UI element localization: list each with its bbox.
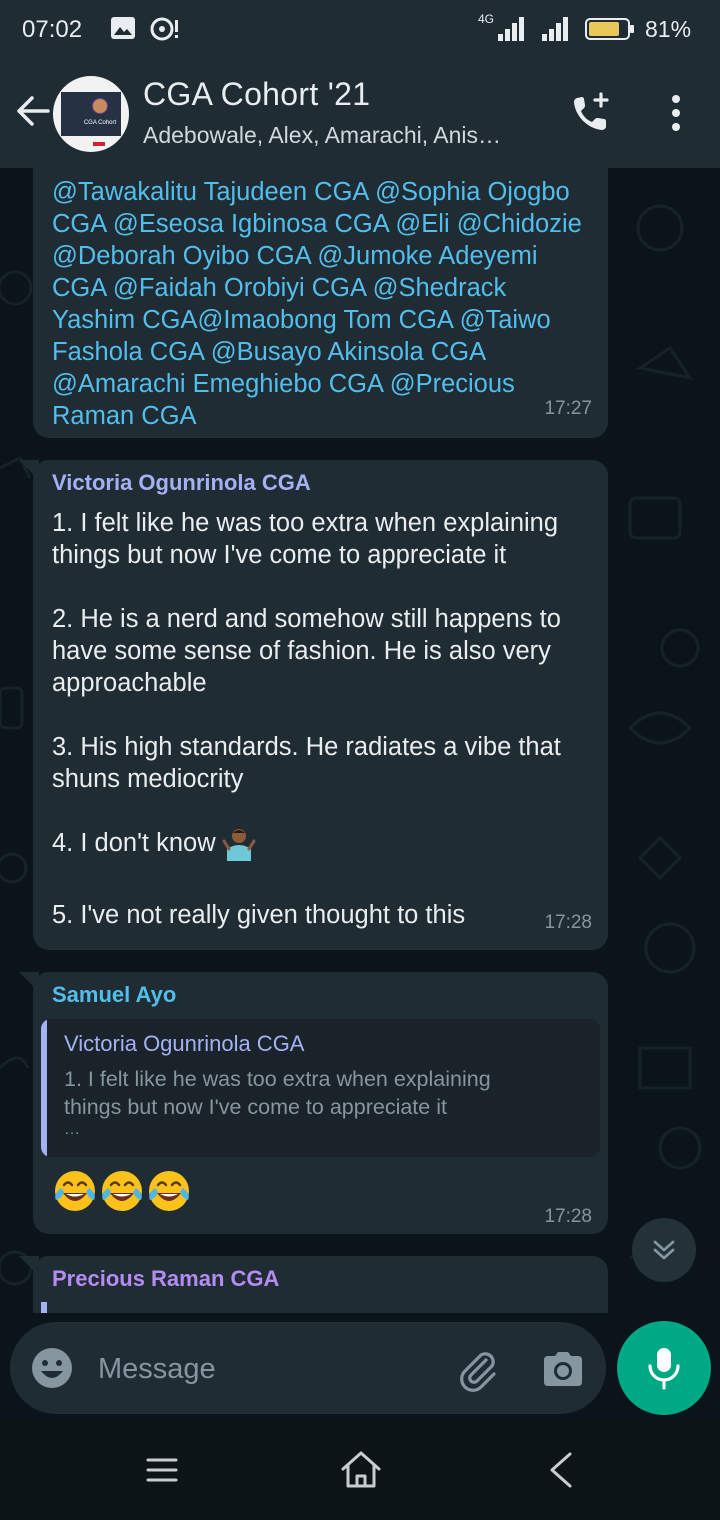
message-notification-icon: [150, 17, 178, 41]
message-line: 4. I don't know: [52, 829, 216, 857]
double-chevron-down-icon: [653, 1240, 675, 1260]
message-time: 17:28: [544, 1206, 592, 1227]
gallery-notification-icon: [111, 17, 135, 39]
quoted-text: 1. I felt like he was too extra when exp…: [64, 1065, 584, 1139]
more-options-icon[interactable]: [658, 90, 694, 136]
person-shrugging-emoji-icon: [222, 829, 256, 862]
bubble-tail: [19, 972, 39, 992]
chat-header: CGA Cohort CGA Cohort '21 Adebowale, Ale…: [0, 58, 720, 168]
message-line: 3. His high standards. He radiates a vib…: [52, 733, 561, 793]
quote-accent-bar: [41, 1019, 47, 1157]
message-bubble-mentions[interactable]: @Tawakalitu Tajudeen CGA @Sophia Ojogbo …: [33, 168, 608, 438]
signal-icon-sim2: [542, 17, 568, 41]
status-bar: 07:02 4G 81%: [0, 0, 720, 58]
recent-apps-icon[interactable]: [140, 1450, 184, 1490]
status-time: 07:02: [22, 16, 83, 43]
chat-messages-area[interactable]: @Tawakalitu Tajudeen CGA @Sophia Ojogbo …: [0, 168, 720, 1313]
chat-title[interactable]: CGA Cohort '21: [143, 76, 370, 113]
message-line: 5. I've not really given thought to this: [52, 901, 466, 929]
message-input[interactable]: [96, 1348, 430, 1390]
message-bubble-victoria[interactable]: Victoria Ogunrinola CGA 1. I felt like h…: [19, 460, 608, 950]
message-bubble-precious[interactable]: Precious Raman CGA: [19, 1256, 608, 1313]
whatsapp-group-chat-screen: 07:02 4G 81% CGA Cohort CGA Cohort '21 A…: [0, 0, 720, 1520]
microphone-icon: [648, 1348, 680, 1390]
message-bubble-samuel[interactable]: Samuel Ayo Victoria Ogunrinola CGA 1. I …: [19, 972, 608, 1234]
quoted-line: things but now I've come to appreciate i…: [64, 1095, 447, 1119]
chat-participants[interactable]: Adebowale, Alex, Amarachi, Anis…: [143, 122, 543, 149]
reply-accent-bar: [41, 1302, 47, 1313]
avatar-face-icon: [92, 98, 108, 114]
face-with-tears-of-joy-icon: [55, 1171, 95, 1211]
message-mentions-text[interactable]: @Tawakalitu Tajudeen CGA @Sophia Ojogbo …: [52, 176, 592, 432]
avatar-banner: CGA Cohort: [61, 92, 121, 146]
scroll-to-bottom-button[interactable]: [632, 1218, 696, 1282]
system-navigation-bar: [0, 1420, 720, 1520]
bubble-tail: [19, 1256, 39, 1276]
message-time: 17:27: [544, 398, 592, 419]
network-type: 4G: [478, 12, 495, 26]
message-text: 1. I felt like he was too extra when exp…: [52, 507, 597, 931]
message-time: 17:28: [544, 912, 592, 933]
avatar-caption: CGA Cohort: [83, 120, 117, 126]
camera-icon[interactable]: [540, 1346, 586, 1392]
message-line-with-emoji: 4. I don't know: [52, 827, 597, 867]
avatar-red-mark: [93, 142, 105, 146]
home-icon[interactable]: [338, 1448, 384, 1492]
face-with-tears-of-joy-icon: [102, 1171, 142, 1211]
group-avatar[interactable]: CGA Cohort: [53, 76, 129, 152]
paperclip-icon[interactable]: [454, 1346, 500, 1392]
battery-icon: [585, 18, 634, 40]
quoted-sender: Victoria Ogunrinola CGA: [64, 1031, 305, 1056]
back-arrow-icon[interactable]: [10, 88, 56, 134]
emoji-reply: [52, 1168, 193, 1216]
message-composer: [10, 1322, 606, 1414]
battery-percent: 81%: [645, 16, 692, 42]
add-call-icon[interactable]: [568, 90, 614, 136]
quoted-ellipsis: …: [64, 1121, 80, 1138]
emoji-icon[interactable]: [30, 1346, 74, 1390]
message-line: 1. I felt like he was too extra when exp…: [52, 509, 559, 569]
signal-icon: [498, 17, 524, 41]
bubble-tail: [19, 460, 39, 480]
message-sender[interactable]: Samuel Ayo: [52, 982, 176, 1008]
quoted-line: 1. I felt like he was too extra when exp…: [64, 1067, 491, 1091]
back-nav-icon[interactable]: [540, 1448, 584, 1492]
quoted-message[interactable]: Victoria Ogunrinola CGA 1. I felt like h…: [41, 1019, 600, 1157]
face-with-tears-of-joy-icon: [149, 1171, 189, 1211]
voice-message-button[interactable]: [617, 1321, 711, 1415]
message-line: 2. He is a nerd and somehow still happen…: [52, 605, 561, 697]
message-sender[interactable]: Victoria Ogunrinola CGA: [52, 470, 311, 496]
message-sender[interactable]: Precious Raman CGA: [52, 1266, 279, 1292]
